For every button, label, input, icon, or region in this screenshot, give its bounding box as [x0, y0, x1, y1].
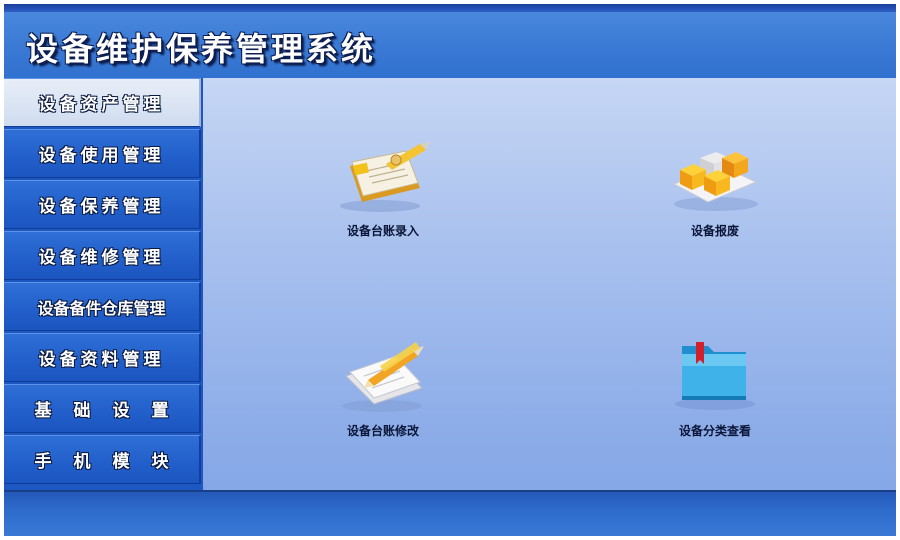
ledger-edit-icon: [342, 342, 424, 412]
top-strip: [4, 4, 896, 12]
sidebar-nav: 设备资产管理 设备使用管理 设备保养管理 设备维修管理 设备备件仓库管理 设备资…: [4, 78, 203, 490]
nav-item-spare-parts-warehouse[interactable]: 设备备件仓库管理: [4, 282, 201, 331]
category-folder-icon: [675, 342, 755, 410]
app-title: 设备维护保养管理系统: [26, 30, 377, 68]
app-window: 设备维护保养管理系统 设备资产管理 设备使用管理 设备保养管理 设备维修管理 设…: [4, 4, 896, 536]
nav-item-label: 设备维修管理: [38, 248, 165, 268]
nav-item-maintenance-management[interactable]: 设备保养管理: [4, 180, 201, 229]
nav-item-documents-management[interactable]: 设备资料管理: [4, 333, 201, 382]
nav-item-label: 设备使用管理: [38, 146, 165, 166]
footer-bar: [4, 490, 896, 536]
nav-item-label: 设备保养管理: [38, 197, 165, 217]
nav-item-label: 设备备件仓库管理: [37, 298, 166, 318]
nav-item-mobile-module[interactable]: 手机模块: [4, 435, 201, 484]
nav-item-usage-management[interactable]: 设备使用管理: [4, 129, 201, 178]
nav-item-label: 手机模块: [34, 452, 191, 472]
main-content: 设备台账录入 设备报废 设备台账修改 设备分类查看: [203, 78, 896, 490]
nav-item-label: 基础设置: [34, 401, 191, 421]
tile-ledger-edit[interactable]: 设备台账修改: [313, 336, 453, 446]
tile-label: 设备报废: [690, 224, 739, 238]
nav-item-asset-management[interactable]: 设备资产管理: [4, 78, 201, 127]
tile-label: 设备分类查看: [678, 424, 751, 438]
tile-category-view[interactable]: 设备分类查看: [645, 336, 785, 446]
header-banner: 设备维护保养管理系统: [4, 12, 896, 78]
nav-item-label: 设备资料管理: [38, 350, 165, 370]
tile-ledger-entry[interactable]: 设备台账录入: [313, 136, 453, 246]
nav-item-basic-settings[interactable]: 基础设置: [4, 384, 201, 433]
nav-item-label: 设备资产管理: [38, 95, 165, 115]
tile-equipment-scrap[interactable]: 设备报废: [645, 136, 785, 246]
tile-label: 设备台账录入: [346, 224, 419, 238]
scrap-boxes-icon: [672, 152, 758, 211]
ledger-entry-icon: [340, 142, 430, 212]
tile-label: 设备台账修改: [346, 424, 419, 438]
nav-item-repair-management[interactable]: 设备维修管理: [4, 231, 201, 280]
